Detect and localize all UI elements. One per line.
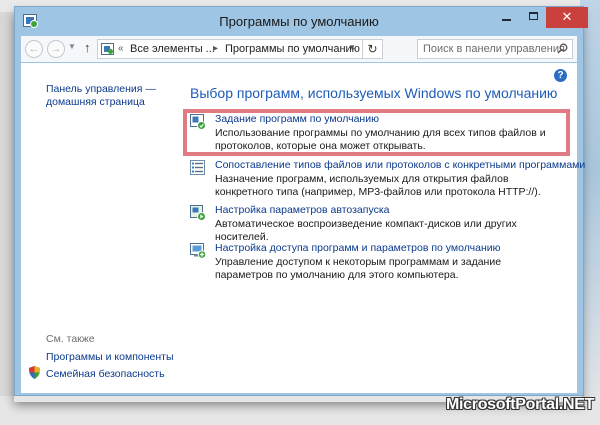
forward-arrow-icon: → <box>50 43 62 55</box>
breadcrumb-default-programs[interactable]: Программы по умолчанию <box>225 43 360 55</box>
help-icon[interactable]: ? <box>554 69 567 82</box>
control-panel-icon <box>23 14 38 28</box>
up-button[interactable]: ↑ <box>84 40 91 55</box>
see-also-heading: См. также <box>46 333 95 345</box>
autoplay-settings-link[interactable]: Настройка параметров автозапуска <box>215 204 390 216</box>
breadcrumb-all-items[interactable]: Все элементы ... <box>130 43 215 55</box>
autoplay-icon <box>190 205 206 221</box>
control-panel-window: Программы по умолчанию ✕ ← → ▼ ↑ « Все э… <box>14 6 588 396</box>
window-title: Программы по умолчанию <box>219 14 379 29</box>
breadcrumb-overflow[interactable]: « <box>118 43 124 54</box>
address-dropdown-button[interactable]: ▼ <box>348 43 356 52</box>
address-bar[interactable]: « Все элементы ... ▸ Программы по умолча… <box>97 39 383 59</box>
maximize-icon <box>528 12 538 20</box>
refresh-icon: ↻ <box>367 42 378 56</box>
sidebar-family-safety-link[interactable]: Семейная безопасность <box>46 368 165 381</box>
navigation-bar: ← → ▼ ↑ « Все элементы ... ▸ Программы п… <box>21 36 577 62</box>
back-button[interactable]: ← <box>25 40 43 58</box>
autoplay-settings-description: Автоматическое воспроизведение компакт-д… <box>215 218 517 243</box>
program-access-icon <box>190 243 206 259</box>
watermark-text: MicrosoftPortal.NET <box>446 396 595 413</box>
maximize-button[interactable] <box>520 7 546 28</box>
sidebar-programs-link[interactable]: Программы и компоненты <box>46 351 174 364</box>
search-input[interactable]: Поиск в панели управления <box>417 39 573 59</box>
breadcrumb-separator-icon[interactable]: ▸ <box>213 43 218 54</box>
minimize-button[interactable] <box>493 7 519 28</box>
associate-file-types-link[interactable]: Сопоставление типов файлов или протоколо… <box>215 159 585 171</box>
file-associations-icon <box>190 160 205 175</box>
program-access-link[interactable]: Настройка доступа программ и параметров … <box>215 242 501 254</box>
page-heading: Выбор программ, используемых Windows по … <box>190 85 558 101</box>
close-icon: ✕ <box>561 9 573 24</box>
chevron-down-icon: ▼ <box>68 42 76 51</box>
default-programs-icon <box>190 114 206 130</box>
content-area: ? Панель управления — домашняя страница … <box>21 63 585 393</box>
forward-button[interactable]: → <box>47 40 65 58</box>
title-bar[interactable]: Программы по умолчанию ✕ <box>15 7 588 35</box>
program-access-description: Управление доступом к некоторым программ… <box>215 256 502 281</box>
associate-file-types-description: Назначение программ, используемых для от… <box>215 173 541 198</box>
recent-locations-button[interactable]: ▼ <box>68 42 76 51</box>
chevron-down-icon: ▼ <box>348 43 356 52</box>
up-arrow-icon: ↑ <box>84 40 91 55</box>
search-icon <box>557 43 568 54</box>
set-default-programs-description: Использование программы по умолчанию для… <box>215 127 546 152</box>
control-panel-icon <box>101 43 114 55</box>
shield-icon <box>29 366 40 379</box>
close-button[interactable]: ✕ <box>546 7 588 28</box>
back-arrow-icon: ← <box>28 43 40 55</box>
sidebar-home-link[interactable]: Панель управления — домашняя страница <box>46 83 166 109</box>
minimize-icon <box>501 19 511 21</box>
refresh-button[interactable]: ↻ <box>362 40 382 58</box>
search-placeholder: Поиск в панели управления <box>423 43 565 55</box>
set-default-programs-link[interactable]: Задание программ по умолчанию <box>215 113 379 125</box>
